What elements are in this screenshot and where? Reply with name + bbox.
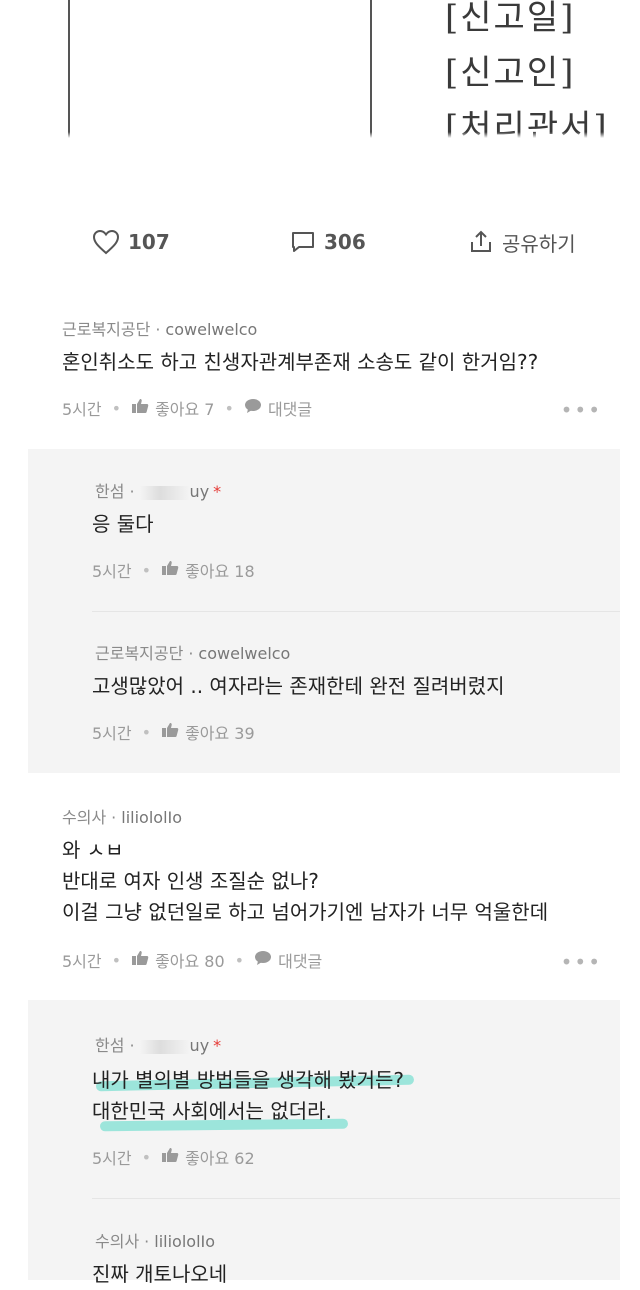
redacted-username — [139, 1039, 190, 1054]
author-username[interactable]: uy — [190, 482, 210, 501]
comment-text-line: 내가 별의별 방법들을 생각해 봤거든? — [92, 1068, 405, 1092]
more-options-icon[interactable]: ••• — [561, 398, 602, 422]
comment-meta: 5시간 • 좋아요 80 • 대댓글 — [62, 948, 322, 972]
author-username[interactable]: cowelwelco — [165, 320, 257, 339]
reply-divider — [92, 611, 620, 612]
thumbs-up-icon — [161, 1147, 179, 1167]
comment-meta: 5시간 • 좋아요 7 • 대댓글 — [62, 396, 312, 420]
document-line: [신고일] — [445, 0, 576, 38]
author-group[interactable]: 한섬 — [95, 1036, 124, 1055]
like-comment-button[interactable]: 좋아요 18 — [161, 558, 255, 582]
like-comment-button[interactable]: 좋아요 62 — [161, 1145, 255, 1169]
comment-text: 응 둘다 — [92, 512, 154, 536]
document-border-right — [370, 0, 372, 138]
comment-text-line: 와 ㅅㅂ — [62, 838, 124, 862]
comment-text: 고생많았어 .. 여자라는 존재한테 완전 질려버렸지 — [92, 674, 505, 698]
comment-author-line: 수의사 · liliololIo — [95, 1232, 216, 1251]
comment-author-line: 한섬 · uy * — [95, 1036, 222, 1055]
comment-time: 5시간 — [92, 562, 132, 581]
like-count-label: 좋아요 18 — [185, 562, 255, 581]
comment-meta: 5시간 • 좋아요 18 — [92, 558, 255, 582]
comment-count: 306 — [324, 230, 366, 254]
author-group[interactable]: 근로복지공단 — [62, 320, 150, 339]
like-comment-button[interactable]: 좋아요 80 — [131, 948, 225, 972]
thumbs-up-icon — [131, 950, 149, 970]
reply-divider — [92, 1198, 620, 1199]
like-count-label: 좋아요 7 — [155, 400, 215, 419]
document-image-crop: [신고일] [신고인] [처리관서] — [0, 0, 640, 138]
reply-label: 대댓글 — [267, 400, 313, 419]
comment-meta: 5시간 • 좋아요 39 — [92, 720, 255, 744]
like-comment-button[interactable]: 좋아요 7 — [131, 396, 215, 420]
comment-button[interactable]: 306 — [290, 222, 366, 262]
author-username[interactable]: cowelwelco — [198, 644, 290, 663]
speech-bubble-icon — [254, 950, 272, 970]
speech-bubble-icon — [244, 398, 262, 418]
share-label: 공유하기 — [502, 231, 576, 256]
comment-meta: 5시간 • 좋아요 62 — [92, 1145, 255, 1169]
like-count-label: 좋아요 62 — [185, 1149, 255, 1168]
document-border-left — [68, 0, 70, 138]
comment-text-line: 대한민국 사회에서는 없더라. — [92, 1099, 332, 1123]
comment-icon — [290, 230, 316, 254]
comment-time: 5시간 — [62, 952, 102, 971]
author-badge-star-icon: * — [213, 1036, 222, 1055]
like-comment-button[interactable]: 좋아요 39 — [161, 720, 255, 744]
comment-text: 진짜 개토나오네 — [92, 1262, 228, 1286]
more-options-icon[interactable]: ••• — [561, 950, 602, 974]
reply-button[interactable]: 대댓글 — [244, 396, 312, 420]
comment-author-line: 수의사 · liliololIo — [62, 808, 183, 827]
like-count-label: 좋아요 39 — [185, 724, 255, 743]
author-username[interactable]: liliololIo — [121, 808, 182, 827]
comment-author-line: 근로복지공단 · cowelwelco — [62, 320, 258, 339]
share-icon — [468, 229, 494, 255]
author-username[interactable]: uy — [190, 1036, 210, 1055]
reply-button[interactable]: 대댓글 — [254, 948, 322, 972]
share-button[interactable]: 공유하기 — [468, 222, 576, 262]
comment-author-line: 한섬 · uy * — [95, 482, 222, 501]
comment-time: 5시간 — [92, 724, 132, 743]
thumbs-up-icon — [131, 398, 149, 418]
author-group[interactable]: 수의사 — [62, 808, 106, 827]
like-count: 107 — [128, 230, 170, 254]
author-username[interactable]: liliololIo — [154, 1232, 215, 1251]
author-group[interactable]: 수의사 — [95, 1232, 139, 1251]
comment-text: 혼인취소도 하고 친생자관계부존재 소송도 같이 한거임?? — [62, 350, 539, 374]
redacted-username — [139, 485, 190, 500]
document-line: [신고인] — [445, 53, 576, 93]
heart-icon — [92, 229, 120, 255]
thumbs-up-icon — [161, 722, 179, 742]
comment-time: 5시간 — [62, 400, 102, 419]
author-badge-star-icon: * — [213, 482, 222, 501]
like-button[interactable]: 107 — [92, 222, 170, 262]
author-group[interactable]: 한섬 — [95, 482, 124, 501]
author-group[interactable]: 근로복지공단 — [95, 644, 183, 663]
comment-text-line: 이걸 그냥 없던일로 하고 넘어가기엔 남자가 너무 억울한데 — [62, 900, 549, 924]
thumbs-up-icon — [161, 560, 179, 580]
comment-text-line: 반대로 여자 인생 조질순 없나? — [62, 869, 319, 893]
like-count-label: 좋아요 80 — [155, 952, 225, 971]
comment-time: 5시간 — [92, 1149, 132, 1168]
post-action-bar: 107 306 공유하기 — [0, 222, 640, 262]
reply-label: 대댓글 — [278, 952, 323, 971]
comment-author-line: 근로복지공단 · cowelwelco — [95, 644, 291, 663]
